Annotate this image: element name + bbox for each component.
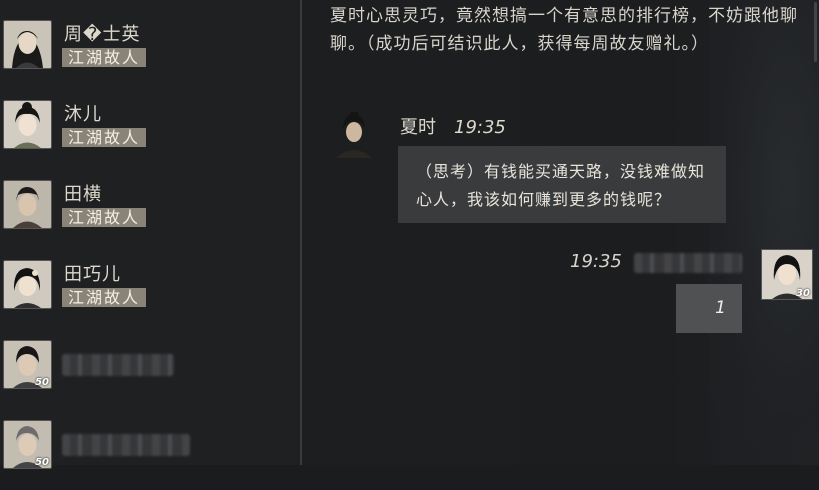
contact-name: 田巧儿 <box>64 264 121 285</box>
level-badge: 30 <box>796 288 810 299</box>
relationship-tag: 江湖故人 <box>62 208 147 227</box>
level-badge: 50 <box>35 457 49 468</box>
player-message-bubble: 1 <box>676 284 742 333</box>
relationship-tag: 江湖故人 <box>62 128 147 147</box>
contact-item[interactable]: 50 <box>0 410 300 490</box>
scrollbar[interactable] <box>814 2 817 62</box>
system-message: 夏时心思灵巧，竟然想搞一个有意思的排行榜，不妨跟他聊聊。（成功后可结识此人，获得… <box>330 6 798 54</box>
avatar <box>3 100 52 149</box>
blurred-player-name <box>634 253 742 273</box>
avatar <box>3 180 52 229</box>
npc-name: 夏时 <box>400 117 436 138</box>
contact-item[interactable]: 50 <box>0 330 300 410</box>
npc-message-text: （思考）有钱能买通天路，没钱难做知心人，我该如何赚到更多的钱呢？ <box>416 162 706 209</box>
relationship-tag: 江湖故人 <box>62 288 147 307</box>
contact-item[interactable]: 沐儿 江湖故人 <box>0 90 300 170</box>
contact-name: 周�士英 <box>64 24 141 45</box>
avatar: 50 <box>3 340 52 389</box>
contact-name: 沐儿 <box>64 104 102 125</box>
npc-timestamp: 19:35 <box>454 117 506 138</box>
npc-message-bubble: （思考）有钱能买通天路，没钱难做知心人，我该如何赚到更多的钱呢？ <box>398 146 726 223</box>
contact-name: 田横 <box>64 184 102 205</box>
avatar <box>3 260 52 309</box>
npc-sender: 夏时 19:35 <box>400 113 506 139</box>
contact-item[interactable]: 田横 江湖故人 <box>0 170 300 250</box>
contact-item[interactable]: 田巧儿 江湖故人 <box>0 250 300 330</box>
chat-panel: 夏时心思灵巧，竟然想搞一个有意思的排行榜，不妨跟他聊聊。（成功后可结识此人，获得… <box>302 0 819 465</box>
blurred-name <box>62 434 190 456</box>
npc-avatar[interactable] <box>332 112 376 158</box>
relationship-tag: 江湖故人 <box>62 48 147 67</box>
avatar: 50 <box>3 420 52 469</box>
contact-item[interactable]: 周�士英 江湖故人 <box>0 10 300 90</box>
avatar <box>3 20 52 69</box>
blurred-name <box>62 354 174 376</box>
contact-list: 周�士英 江湖故人 沐儿 江湖故人 田横 江湖故人 田巧儿 江湖故人 50 50 <box>0 0 300 469</box>
background-art <box>709 0 819 465</box>
player-avatar[interactable]: 30 <box>761 249 813 300</box>
player-message-text: 1 <box>715 298 726 318</box>
player-timestamp: 19:35 <box>570 251 622 272</box>
level-badge: 50 <box>35 377 49 388</box>
